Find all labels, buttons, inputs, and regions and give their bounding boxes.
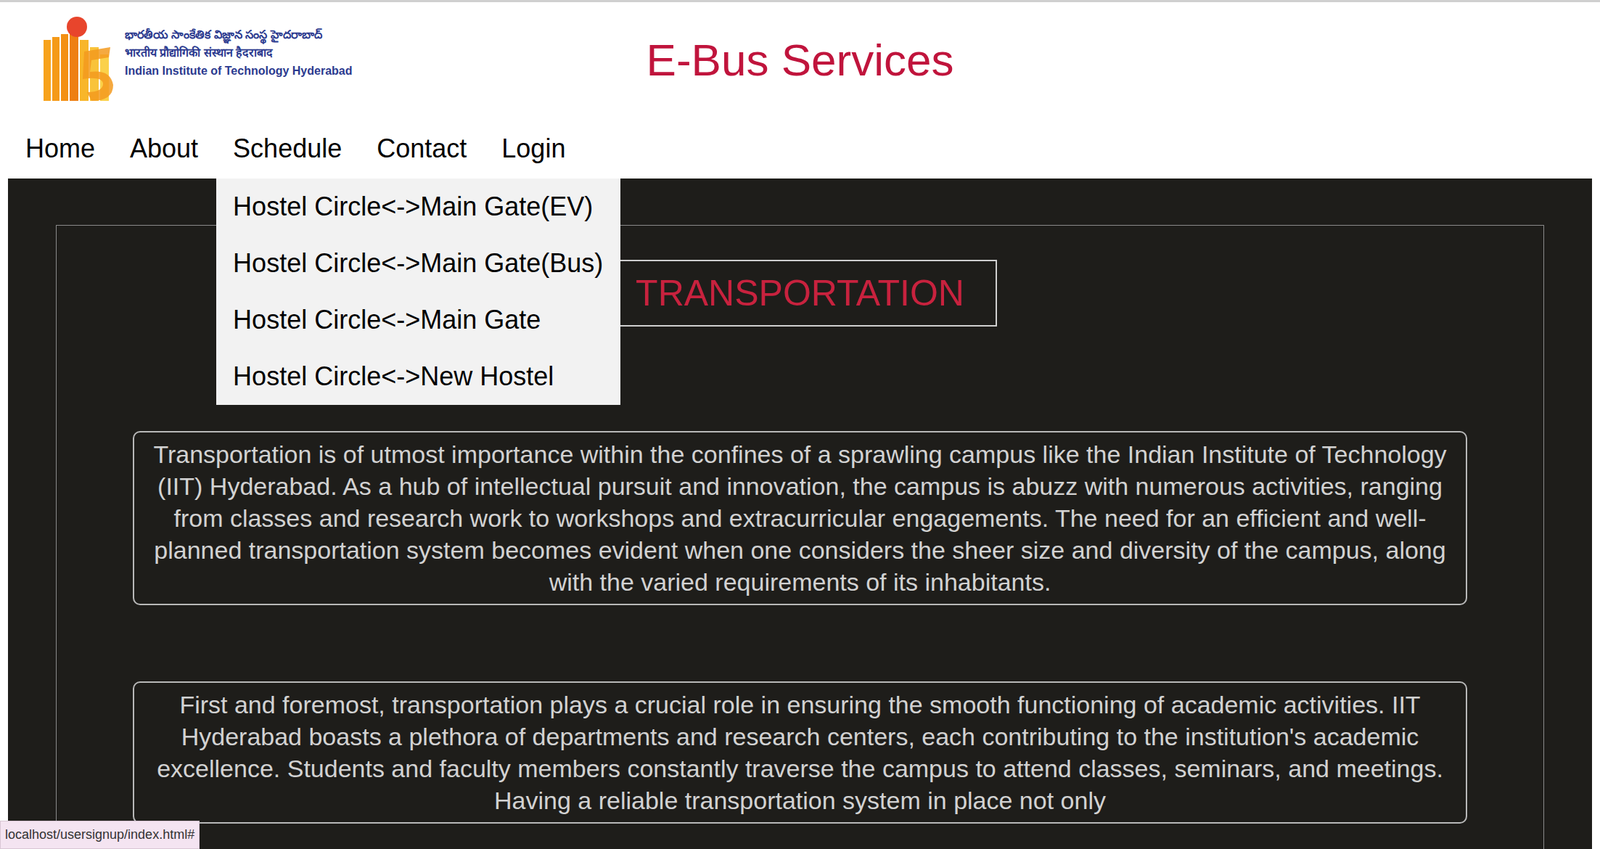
nav-link[interactable]: Home	[25, 129, 96, 169]
nav-item[interactable]: Contact	[376, 118, 467, 179]
heading-box: TRANSPORTATION	[602, 259, 998, 327]
nav-link[interactable]: Contact	[376, 129, 467, 169]
main-nav: Home About ScheduleHostel Circle<->Main Ga…	[0, 118, 1600, 179]
nav-item[interactable]: About	[129, 118, 199, 179]
paragraph-box: Transportation is of utmost importance w…	[132, 431, 1468, 606]
nav-link[interactable]: Login	[501, 129, 566, 169]
institute-logo-icon	[40, 15, 121, 104]
logo-english-text: Indian Institute of Technology Hyderabad	[124, 61, 353, 80]
nav-item[interactable]: ScheduleHostel Circle<->Main Gate(EV)Hos…	[232, 118, 342, 179]
nav-item[interactable]: Home	[25, 118, 96, 179]
dropdown-item[interactable]: Hostel Circle<->New Hostel	[216, 348, 621, 405]
dropdown-item[interactable]: Hostel Circle<->Main Gate(EV)	[216, 178, 621, 236]
section-heading: TRANSPORTATION	[635, 270, 965, 317]
nav-item[interactable]: Login	[501, 118, 566, 179]
dropdown-item[interactable]: Hostel Circle<->Main Gate	[216, 291, 621, 349]
logo-telugu-text: భారతీయ సాంకేతిక విజ్ఞాన సంస్థ హైదరాబాద్	[124, 25, 353, 44]
nav-link[interactable]: About	[129, 129, 199, 169]
paragraph-box: First and foremost, transportation plays…	[132, 681, 1468, 824]
nav-link[interactable]: Schedule	[232, 129, 342, 169]
site-title: E-Bus Services	[646, 31, 955, 89]
paragraph-text: Transportation is of utmost importance w…	[142, 438, 1458, 598]
dropdown-item[interactable]: Hostel Circle<->Main Gate(Bus)	[216, 235, 621, 292]
logo[interactable]: భారతీయ సాంకేతిక విజ్ఞాన సంస్థ హైదరాబాద్ …	[0, 2, 647, 119]
dropdown-menu: Hostel Circle<->Main Gate(EV)Hostel Circ…	[216, 178, 621, 405]
header: భారతీయ సాంకేతిక విజ్ఞాన సంస్థ హైదరాబాద్ …	[0, 2, 1600, 119]
status-bar: localhost/usersignup/index.html#	[0, 820, 200, 849]
paragraph-text: First and foremost, transportation plays…	[142, 688, 1458, 817]
logo-hindi-text: भारतीय प्रौद्योगिकी संस्थान हैदराबाद	[124, 43, 353, 62]
